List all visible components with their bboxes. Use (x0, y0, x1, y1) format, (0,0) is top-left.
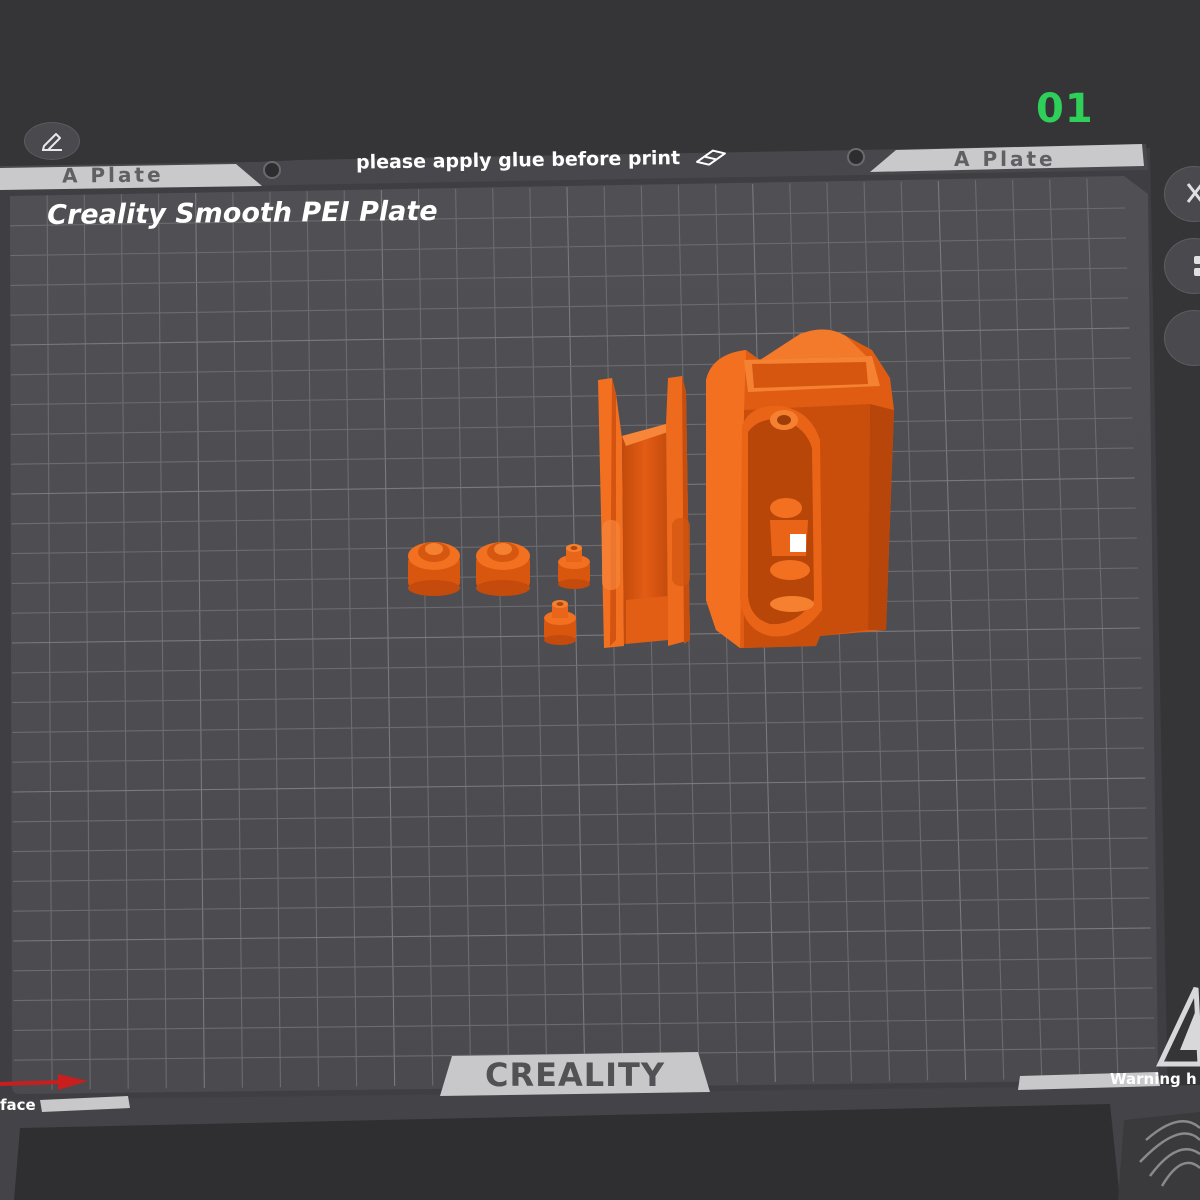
model-housing (706, 329, 894, 648)
fingerprint-icon (1118, 1112, 1200, 1200)
screw-right (847, 148, 865, 166)
close-icon (1186, 183, 1200, 203)
edit-plate-button[interactable] (24, 122, 80, 160)
screw-left (263, 161, 281, 179)
model-bearing-large-1 (408, 542, 460, 596)
eraser-icon (695, 149, 726, 166)
plate-tab-left-label: A Plate (61, 162, 164, 188)
face-label: face (0, 1096, 36, 1114)
plate-tab-right-label: A Plate (954, 147, 1056, 171)
warning-text: Warning h (1110, 1070, 1197, 1088)
plate-number: 01 (1036, 86, 1094, 132)
model-bearing-large-2 (476, 542, 530, 596)
3d-viewport[interactable]: CREALITY (0, 0, 1200, 1200)
pencil-icon (42, 133, 62, 151)
glue-notice-text: please apply glue before print (355, 147, 681, 174)
grid-icon (1194, 256, 1200, 276)
creality-logo: CREALITY (485, 1056, 665, 1094)
plate-brand-label: Creality Smooth PEI Plate (47, 195, 438, 231)
